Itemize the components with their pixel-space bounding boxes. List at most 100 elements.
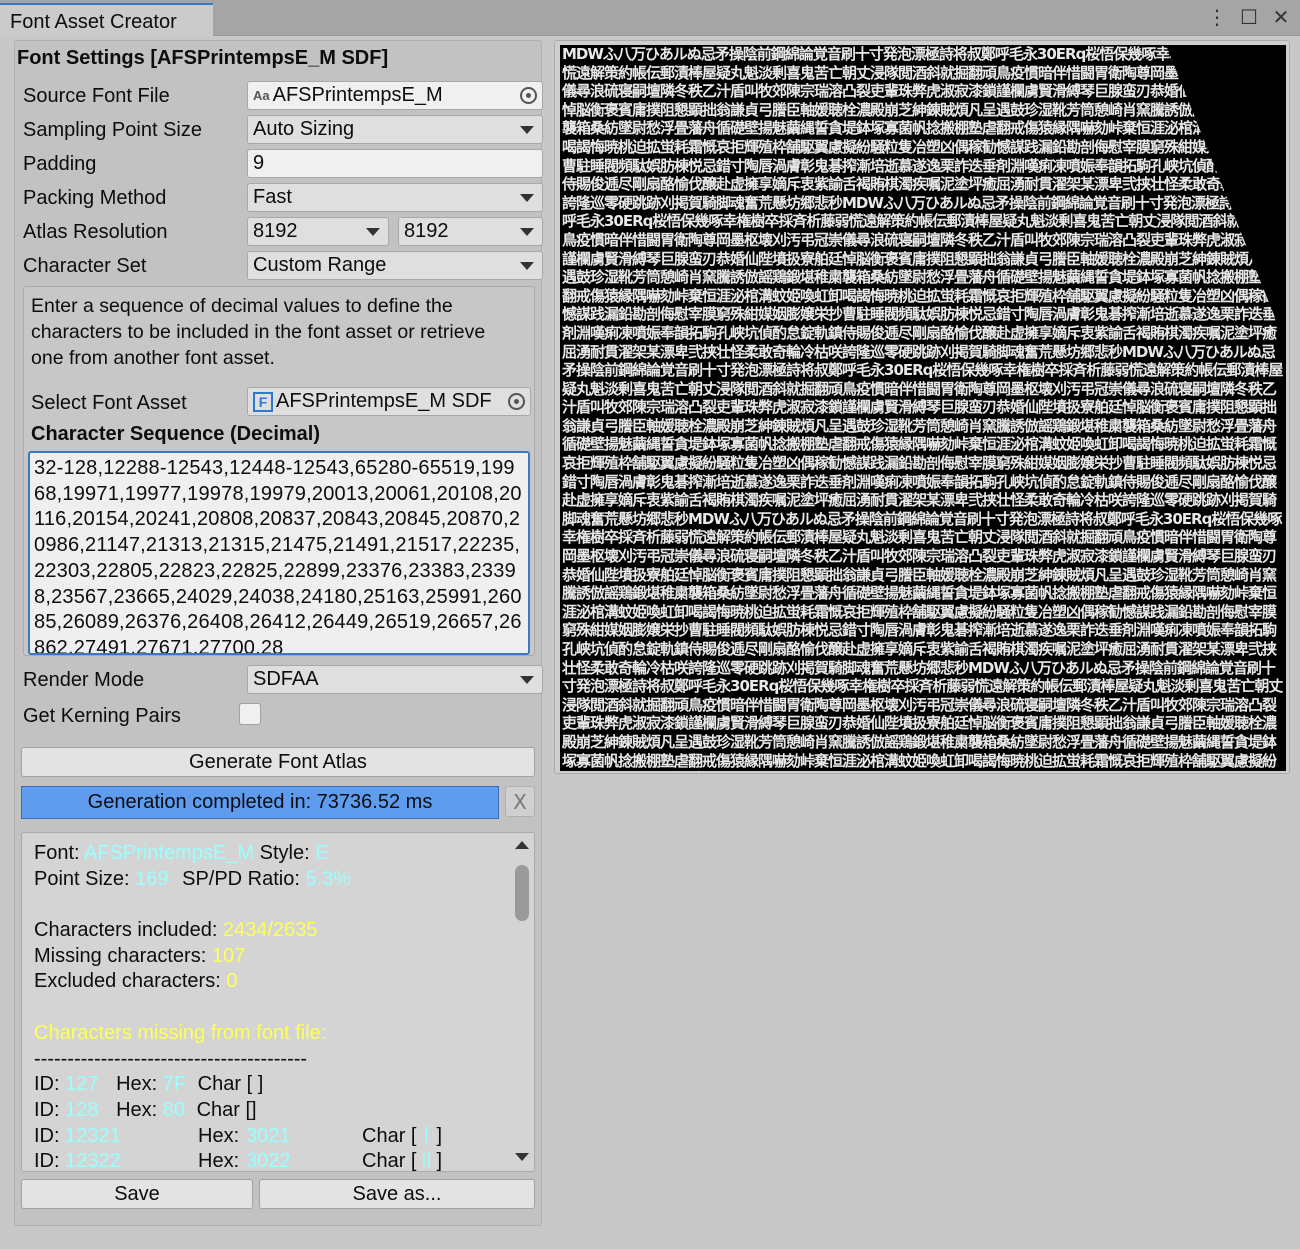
sampling-point-size-dropdown[interactable]: Auto Sizing (247, 115, 543, 144)
source-font-file-label: Source Font File (23, 85, 170, 107)
font-label: Font: (34, 842, 80, 864)
packing-method-row: Packing Method Fast (23, 183, 543, 215)
font-asset-icon: F (253, 391, 273, 412)
padding-input[interactable]: 9 (247, 149, 543, 178)
id-value: 12321 (65, 1124, 121, 1147)
report-content: Font: AFSPrintempsE_M Style: E Point Siz… (34, 841, 504, 1172)
tab-title: Font Asset Creator (10, 11, 177, 33)
object-picker-icon[interactable] (520, 87, 537, 104)
point-size-label: Point Size: (34, 867, 130, 890)
id-value: 12322 (65, 1150, 121, 1172)
render-mode-dropdown[interactable]: SDFAA (247, 665, 543, 694)
character-sequence-title: Character Sequence (Decimal) (31, 423, 321, 445)
report-point-size-line: Point Size: 169 SP/PD Ratio: 5.3% (34, 867, 504, 893)
help-text: Enter a sequence of decimal values to de… (31, 295, 486, 369)
chevron-down-icon (520, 676, 534, 684)
included-label: Characters included: (34, 919, 218, 942)
atlas-resolution-label: Atlas Resolution (23, 221, 168, 243)
object-picker-icon[interactable] (508, 393, 525, 410)
report-excluded-line: Excluded characters: 0 (34, 969, 504, 995)
missing-label: Missing characters: (34, 944, 207, 967)
tab-font-asset-creator[interactable]: Font Asset Creator (0, 3, 213, 36)
source-font-file-field[interactable]: Aa AFSPrintempsE_M (247, 81, 543, 110)
missing-value: 107 (211, 944, 246, 967)
close-window-icon[interactable]: ✕ (1270, 5, 1292, 29)
window-tab-bar: Font Asset Creator ⋮ ☐ ✕ (0, 0, 1300, 36)
hex-label: Hex: (116, 1098, 158, 1121)
ratio-label: SP/PD Ratio: (182, 867, 300, 890)
atlas-resolution-row: Atlas Resolution 8192 8192 (23, 217, 543, 249)
character-sequence-textarea[interactable]: 32-128,12288-12543,12448-12543,65280-655… (28, 451, 530, 655)
render-mode-value: SDFAA (253, 668, 319, 690)
sampling-point-size-row: Sampling Point Size Auto Sizing (23, 115, 543, 147)
render-mode-label: Render Mode (23, 669, 145, 691)
save-as-button[interactable]: Save as... (259, 1179, 535, 1209)
report-font-line: Font: AFSPrintempsE_M Style: E (34, 841, 504, 867)
font-file-icon: Aa (253, 88, 270, 103)
save-button[interactable]: Save (21, 1179, 253, 1209)
missing-entry: ID: 12322 Hex: 3022 Char [〢] (34, 1149, 504, 1172)
generation-progress-bar: Generation completed in: 73736.52 ms (21, 786, 499, 819)
scroll-thumb[interactable] (515, 865, 529, 921)
font-atlas-texture: MDWふ八万ひあルぬ忌矛操陰前鋼綿論覚音刷十寸発泡漂極詩将叔鄭呼毛永30ERq桜… (560, 45, 1286, 771)
chevron-down-icon (520, 194, 534, 202)
id-label: ID: (34, 1150, 60, 1172)
hex-value: 80 (162, 1098, 185, 1121)
style-label: Style: (259, 842, 310, 864)
generation-report-panel[interactable]: Font: AFSPrintempsE_M Style: E Point Siz… (21, 832, 535, 1172)
custom-range-box: Enter a sequence of decimal values to de… (23, 286, 535, 656)
padding-value: 9 (253, 152, 265, 174)
char-label: Char [ (196, 1098, 252, 1121)
hex-label: Hex: (198, 1150, 240, 1172)
character-set-dropdown[interactable]: Custom Range (247, 251, 543, 280)
atlas-height-dropdown[interactable]: 8192 (398, 217, 543, 246)
packing-method-dropdown[interactable]: Fast (247, 183, 543, 212)
kerning-checkbox[interactable] (239, 703, 261, 725)
select-font-asset-field[interactable]: F AFSPrintempsE_M SDF (247, 387, 531, 416)
atlas-preview-frame: MDWふ八万ひあルぬ忌矛操陰前鋼綿論覚音刷十寸発泡漂極詩将叔鄭呼毛永30ERq桜… (554, 40, 1290, 774)
atlas-width-dropdown[interactable]: 8192 (247, 217, 389, 246)
char-label-group: Char [〢] (362, 1149, 443, 1172)
scroll-down-icon[interactable] (515, 1153, 529, 1161)
select-font-asset-value: AFSPrintempsE_M SDF (276, 390, 492, 412)
scroll-up-icon[interactable] (515, 841, 529, 849)
point-size-value: 169 (135, 867, 169, 890)
hex-value: 3021 (246, 1124, 291, 1147)
maximize-icon[interactable]: ☐ (1238, 5, 1260, 29)
char-end: ] (436, 1150, 443, 1172)
font-value: AFSPrintempsE_M (84, 842, 255, 864)
ratio-value: 5.3% (305, 867, 352, 890)
packing-method-value: Fast (253, 186, 292, 208)
excluded-value: 0 (226, 970, 238, 993)
report-missing-line: Missing characters: 107 (34, 944, 504, 970)
id-label: ID: (34, 1098, 60, 1121)
report-scrollbar[interactable] (510, 833, 534, 1171)
render-mode-row: Render Mode SDFAA (23, 665, 543, 697)
char-end: ] (257, 1073, 264, 1096)
kerning-row: Get Kerning Pairs (23, 701, 535, 733)
missing-entry: ID: 128 Hex: 80 Char [] (34, 1098, 504, 1124)
packing-method-label: Packing Method (23, 187, 167, 209)
clear-progress-button[interactable]: X (505, 786, 535, 817)
char-label: Char [ (362, 1150, 417, 1172)
char-end: ] (436, 1124, 443, 1147)
missing-title: Characters missing from font file: (34, 1021, 327, 1044)
id-label: ID: (34, 1124, 60, 1147)
source-font-file-row: Source Font File Aa AFSPrintempsE_M (23, 81, 543, 113)
character-set-value: Custom Range (253, 254, 387, 276)
generate-font-atlas-label: Generate Font Atlas (189, 750, 367, 773)
kerning-label: Get Kerning Pairs (23, 705, 181, 727)
generate-font-atlas-button[interactable]: Generate Font Atlas (21, 747, 535, 777)
char-end: ] (251, 1098, 257, 1121)
char-label: Char [ (197, 1073, 253, 1096)
source-font-file-value: AFSPrintempsE_M (272, 84, 443, 106)
id-value: 127 (65, 1073, 99, 1096)
save-label: Save (114, 1182, 160, 1205)
hex-label: Hex: (116, 1073, 158, 1096)
window-controls: ⋮ ☐ ✕ (1206, 5, 1292, 29)
more-options-icon[interactable]: ⋮ (1206, 5, 1228, 29)
atlas-width-value: 8192 (253, 220, 298, 242)
chevron-down-icon (520, 262, 534, 270)
